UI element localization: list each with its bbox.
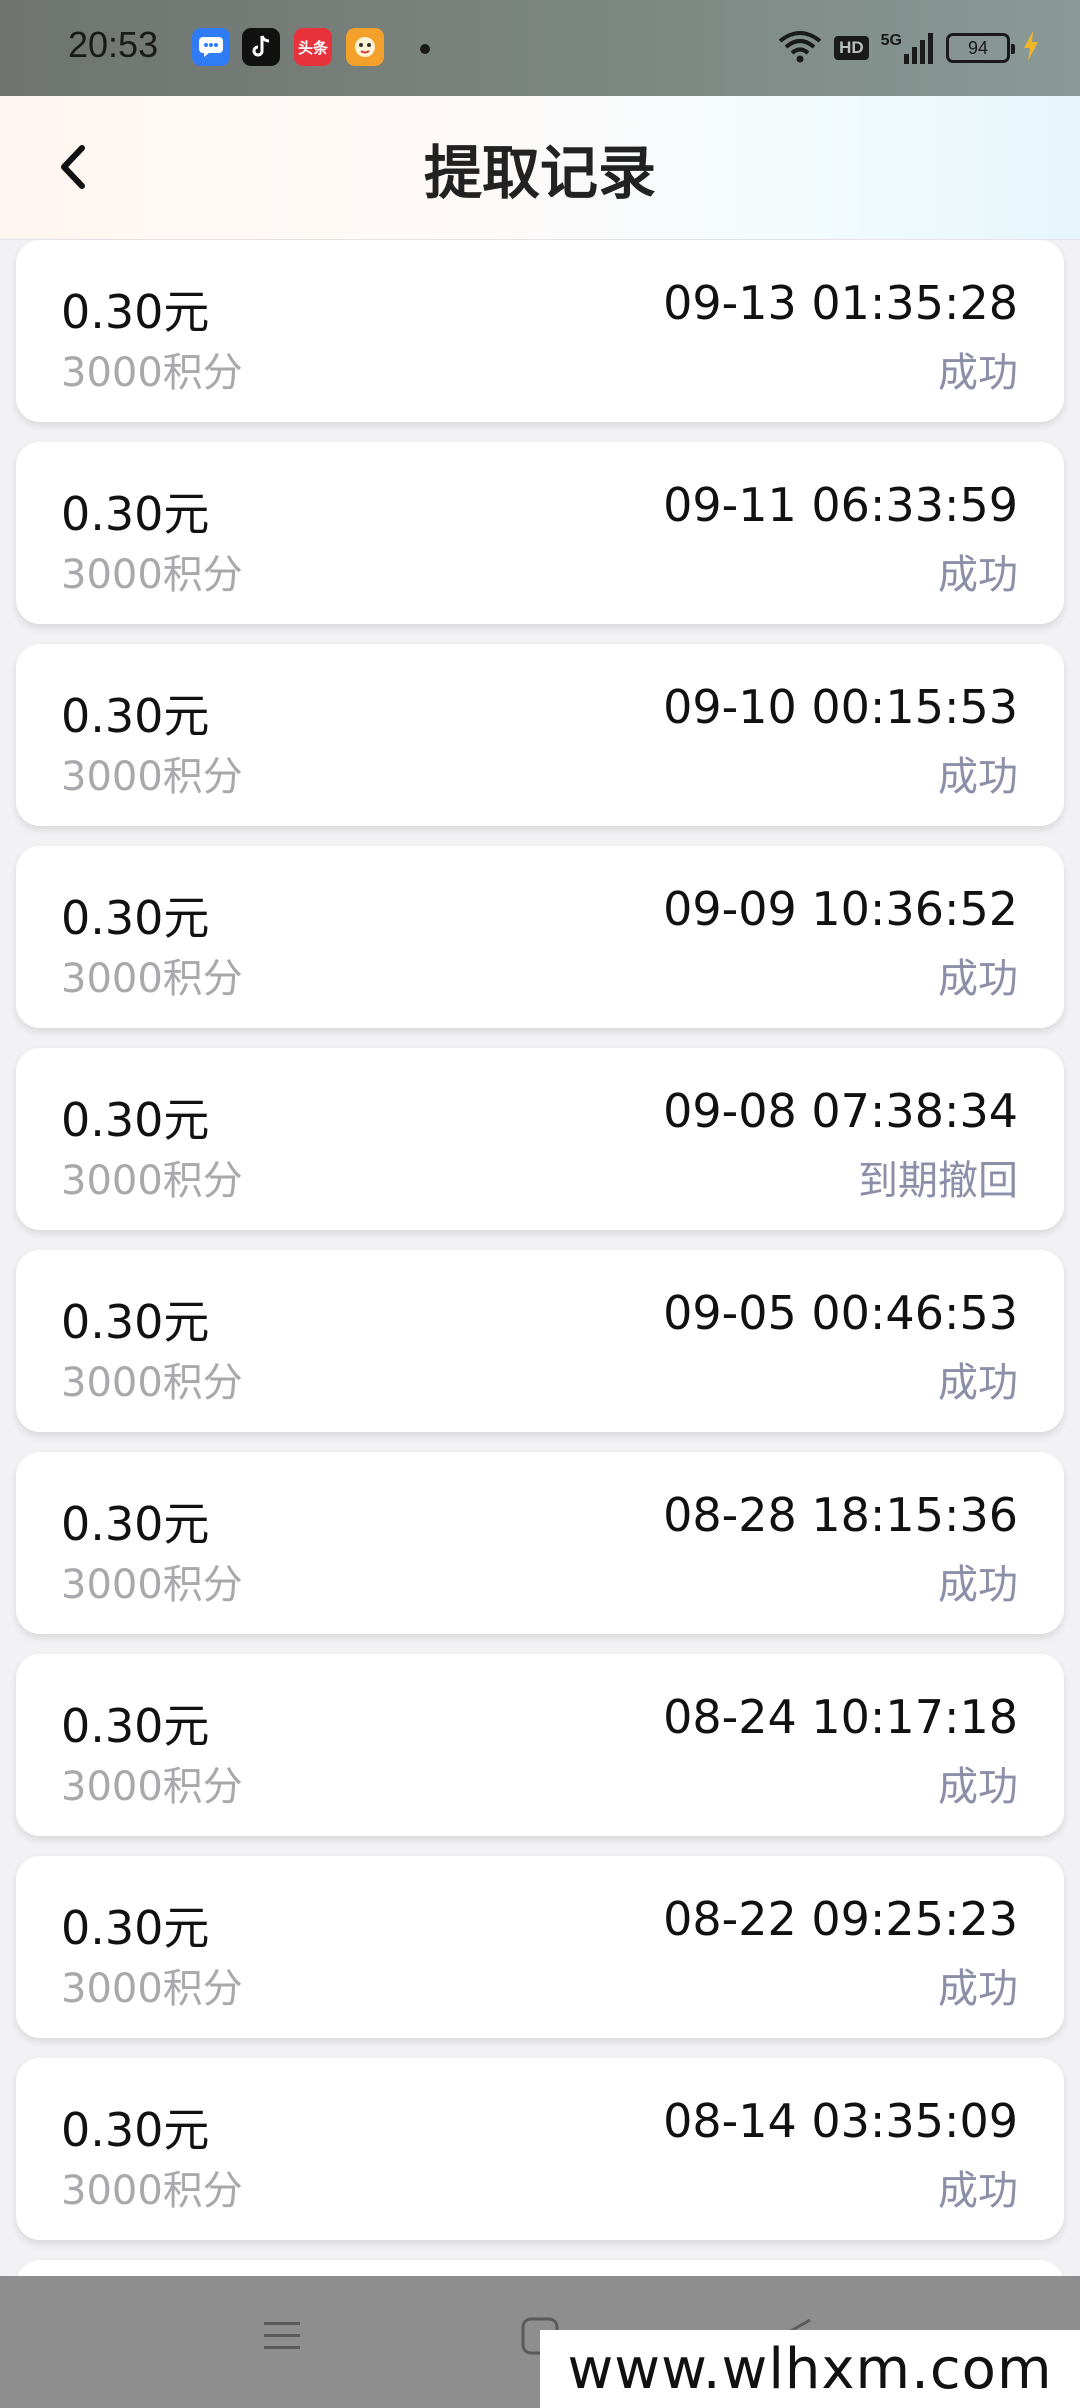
record-points: 3000积分 (61, 1966, 243, 2012)
charging-icon (1022, 31, 1040, 65)
record-item[interactable]: 0.30元 3000积分 09-13 01:35:28 成功 (16, 240, 1064, 422)
message-icon (192, 28, 230, 66)
toutiao-icon: 头条 (294, 28, 332, 66)
record-item[interactable]: 0.30元 3000积分 09-05 00:46:53 成功 (16, 1250, 1064, 1432)
record-amount: 0.30元 (61, 1093, 210, 1147)
status-indicators: HD 5G 94 (778, 28, 1040, 68)
record-amount: 0.30元 (61, 1699, 210, 1753)
record-time: 08-22 09:25:23 (663, 1892, 1018, 1946)
record-time: 08-28 18:15:36 (663, 1488, 1018, 1542)
record-amount: 0.30元 (61, 689, 210, 743)
record-status: 成功 (938, 1966, 1018, 2012)
record-amount: 0.30元 (61, 891, 210, 945)
wifi-icon (778, 29, 822, 67)
record-time: 09-08 07:38:34 (663, 1084, 1018, 1138)
hd-badge: HD (834, 36, 869, 60)
page-header: 提取记录 (0, 96, 1080, 240)
menu-icon[interactable] (262, 2316, 302, 2360)
record-status: 成功 (938, 350, 1018, 396)
watermark: www.wlhxm.com (540, 2330, 1080, 2408)
record-points: 3000积分 (61, 1764, 243, 1810)
toutiao-label: 头条 (297, 38, 328, 57)
game-icon (346, 28, 384, 66)
record-amount: 0.30元 (61, 1295, 210, 1349)
status-bar: 20:53 头条 HD 5G 94 (0, 0, 1080, 96)
record-item[interactable]: 0.30元 3000积分 09-11 06:33:59 成功 (16, 442, 1064, 624)
signal-icon: 5G (881, 32, 934, 64)
record-item[interactable]: 0.30元 3000积分 08-28 18:15:36 成功 (16, 1452, 1064, 1634)
record-item[interactable]: 0.30元 3000积分 08-22 09:25:23 成功 (16, 1856, 1064, 2038)
notification-dot (420, 44, 430, 54)
record-points: 3000积分 (61, 1360, 243, 1406)
record-amount: 0.30元 (61, 487, 210, 541)
record-amount: 0.30元 (61, 1497, 210, 1551)
records-list[interactable]: 0.30元 3000积分 09-13 01:35:28 成功 0.30元 300… (0, 240, 1080, 2276)
tiktok-icon (242, 28, 280, 66)
record-time: 09-13 01:35:28 (663, 276, 1018, 330)
record-points: 3000积分 (61, 350, 243, 396)
record-points: 3000积分 (61, 1562, 243, 1608)
record-time: 08-24 10:17:18 (663, 1690, 1018, 1744)
record-points: 3000积分 (61, 2168, 243, 2214)
record-time: 09-11 06:33:59 (663, 478, 1018, 532)
record-amount: 0.30元 (61, 285, 210, 339)
record-points: 3000积分 (61, 552, 243, 598)
record-item[interactable]: 0.30元 3000积分 08-24 10:17:18 成功 (16, 1654, 1064, 1836)
page-title: 提取记录 (423, 139, 656, 207)
record-status: 成功 (938, 754, 1018, 800)
record-item[interactable]: 0.30元 3000积分 08-14 03:35:09 成功 (16, 2058, 1064, 2240)
record-amount: 0.30元 (61, 1901, 210, 1955)
record-time: 09-05 00:46:53 (663, 1286, 1018, 1340)
record-points: 3000积分 (61, 956, 243, 1002)
record-status: 成功 (938, 2168, 1018, 2214)
record-time: 08-14 03:35:09 (663, 2094, 1018, 2148)
record-time: 09-09 10:36:52 (663, 882, 1018, 936)
battery-icon: 94 (946, 33, 1015, 63)
status-time: 20:53 (68, 24, 159, 65)
record-item[interactable]: 0.30元 3000积分 09-08 07:38:34 到期撤回 (16, 1048, 1064, 1230)
record-item[interactable]: 0.30元 3000积分 09-10 00:15:53 成功 (16, 644, 1064, 826)
record-status: 成功 (938, 552, 1018, 598)
record-status: 成功 (938, 1764, 1018, 1810)
record-status: 成功 (938, 1562, 1018, 1608)
record-item-partial[interactable] (16, 2260, 1064, 2276)
record-time: 09-10 00:15:53 (663, 680, 1018, 734)
record-status: 成功 (938, 1360, 1018, 1406)
record-amount: 0.30元 (61, 2103, 210, 2157)
record-item[interactable]: 0.30元 3000积分 09-09 10:36:52 成功 (16, 846, 1064, 1028)
record-status: 到期撤回 (858, 1158, 1018, 1204)
battery-level: 94 (967, 37, 989, 58)
record-status: 成功 (938, 956, 1018, 1002)
record-points: 3000积分 (61, 754, 243, 800)
record-points: 3000积分 (61, 1158, 243, 1204)
network-type: 5G (880, 32, 902, 49)
